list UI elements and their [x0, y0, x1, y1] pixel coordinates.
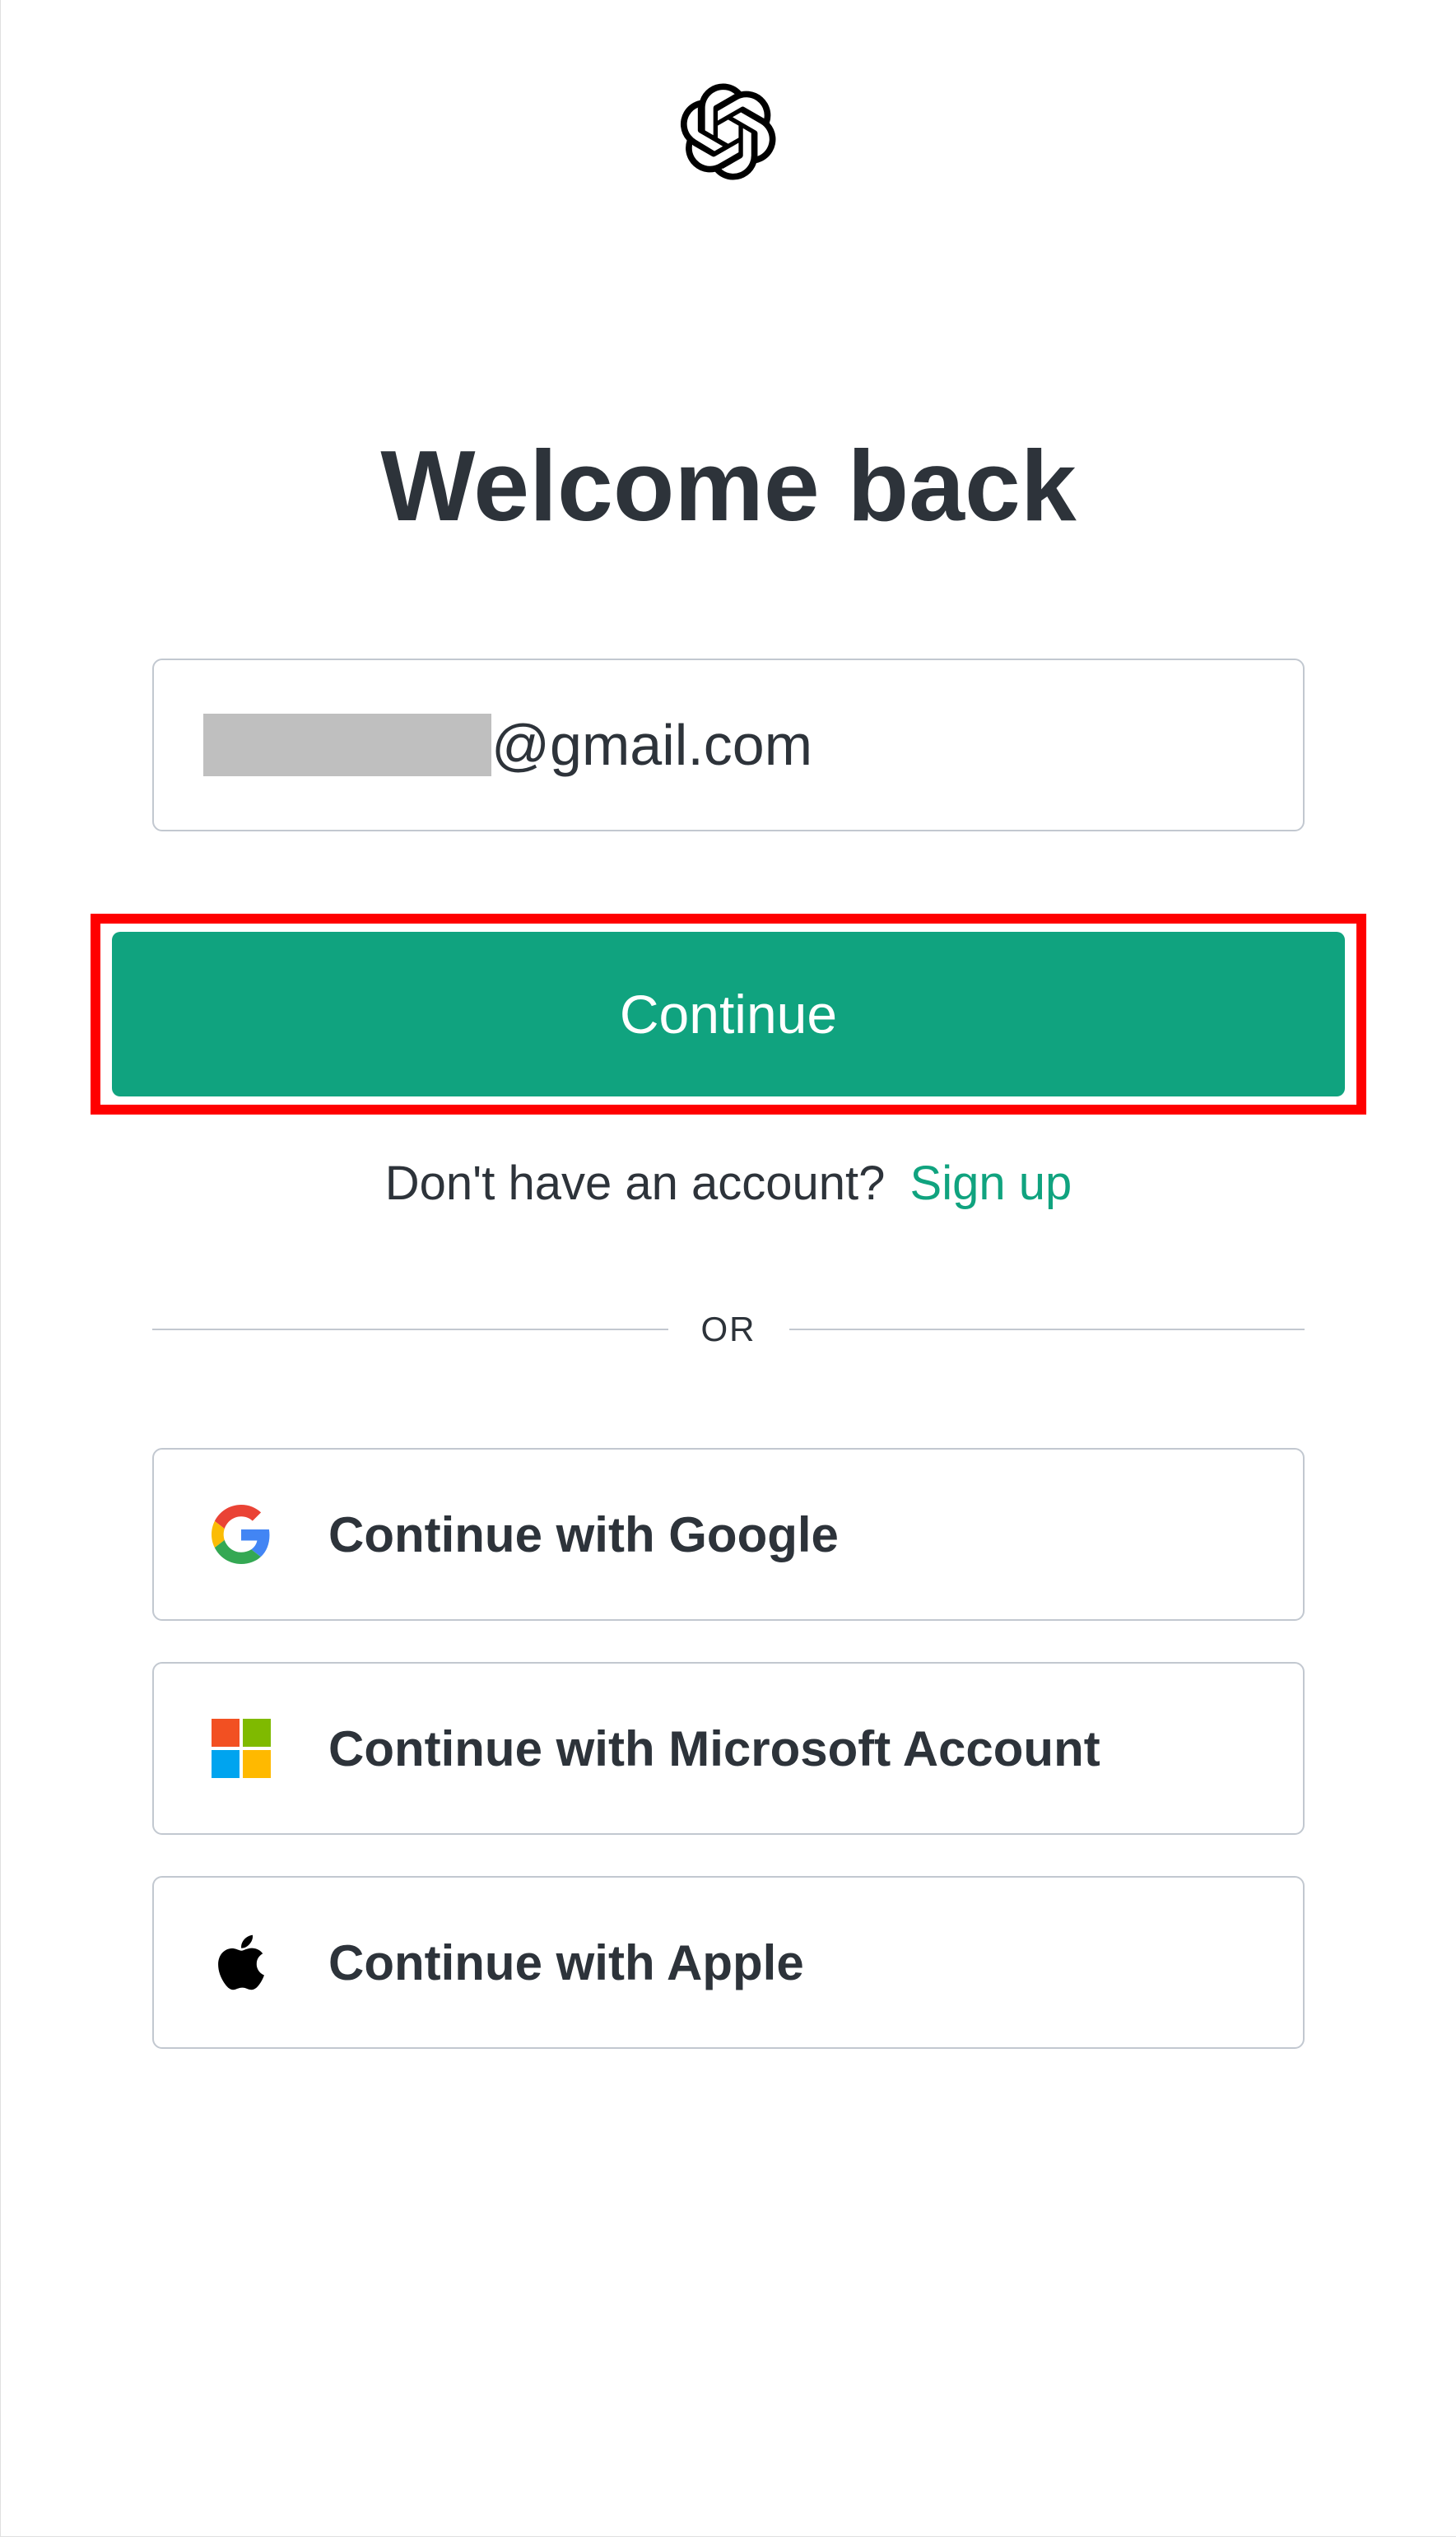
apple-button-label: Continue with Apple [328, 1934, 804, 1991]
signup-prompt-text: Don't have an account? [385, 1157, 886, 1210]
microsoft-icon [212, 1719, 271, 1778]
email-domain-text: @gmail.com [491, 712, 812, 778]
email-field[interactable]: @gmail.com [152, 659, 1305, 831]
openai-logo-icon [679, 82, 778, 181]
divider-line-right [789, 1329, 1305, 1330]
login-page: Welcome back @gmail.com Continue Don't h… [0, 0, 1456, 2537]
highlight-annotation: Continue [91, 914, 1366, 1115]
page-title: Welcome back [380, 428, 1076, 543]
continue-with-apple-button[interactable]: Continue with Apple [152, 1876, 1305, 2049]
continue-button[interactable]: Continue [112, 932, 1345, 1096]
apple-icon [212, 1933, 271, 1992]
signup-prompt-row: Don't have an account? Sign up [385, 1156, 1072, 1211]
signup-link[interactable]: Sign up [910, 1157, 1072, 1210]
divider-label: OR [701, 1310, 756, 1349]
divider: OR [152, 1310, 1305, 1349]
microsoft-button-label: Continue with Microsoft Account [328, 1720, 1100, 1777]
divider-line-left [152, 1329, 668, 1330]
continue-with-google-button[interactable]: Continue with Google [152, 1448, 1305, 1621]
login-form: @gmail.com Continue Don't have an accoun… [152, 659, 1305, 2049]
google-button-label: Continue with Google [328, 1506, 839, 1563]
continue-with-microsoft-button[interactable]: Continue with Microsoft Account [152, 1662, 1305, 1835]
redacted-email-local-part [203, 714, 491, 776]
google-icon [212, 1505, 271, 1564]
